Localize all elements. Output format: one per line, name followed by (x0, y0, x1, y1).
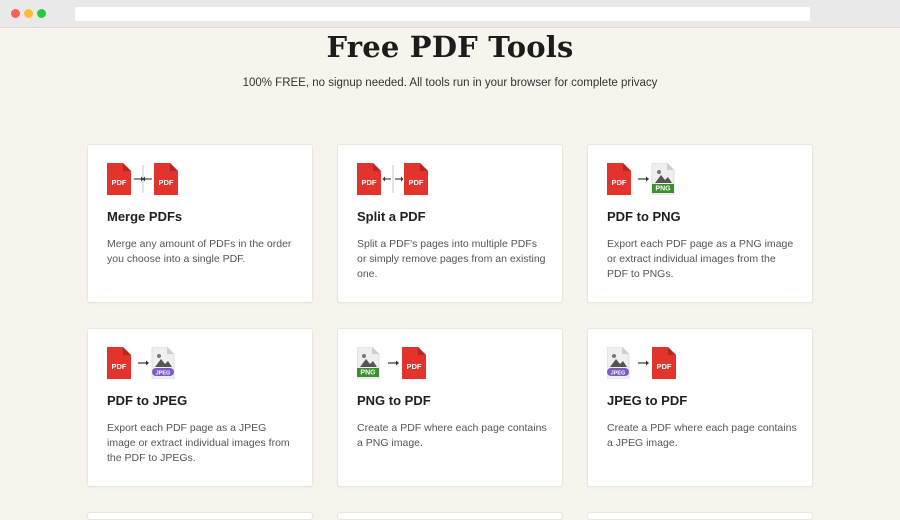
close-window-button[interactable] (11, 9, 20, 18)
svg-text:PDF: PDF (112, 178, 127, 187)
tool-card-partial[interactable] (337, 512, 563, 520)
tool-card-jpeg-to-pdf[interactable]: JPEG PDF JPEG to PDF Create a PDF where … (587, 328, 813, 487)
conversion-icon: JPEG PDF (607, 347, 727, 379)
svg-text:PDF: PDF (407, 362, 422, 371)
minimize-window-button[interactable] (24, 9, 33, 18)
tool-card-title: PDF to JPEG (107, 393, 188, 408)
tool-card-description: Create a PDF where each page contains a … (357, 422, 547, 449)
conversion-icon: PDF JPEG (107, 347, 227, 379)
svg-text:PDF: PDF (112, 362, 127, 371)
conversion-icon: PDF PNG (607, 163, 727, 195)
tool-card-description: Export each PDF page as a PNG image or e… (607, 238, 794, 280)
tool-card-png-to-pdf[interactable]: PNG PDF PNG to PDF Create a PDF where ea… (337, 328, 563, 487)
tool-card-split-a-pdf[interactable]: PDF PDF Split a PDF Split a PDF's pages … (337, 144, 563, 303)
conversion-icon: PDF PDF (107, 163, 227, 195)
conversion-icon: PNG PDF (357, 347, 477, 379)
svg-text:PDF: PDF (409, 178, 424, 187)
tool-card-pdf-to-jpeg[interactable]: PDF JPEG PDF to JPEG Export each PDF pag… (87, 328, 313, 487)
svg-text:PDF: PDF (159, 178, 174, 187)
tool-card-description: Merge any amount of PDFs in the order yo… (107, 238, 292, 265)
tool-card-description: Split a PDF's pages into multiple PDFs o… (357, 238, 546, 280)
svg-text:PDF: PDF (657, 362, 672, 371)
tool-card-title: JPEG to PDF (607, 393, 688, 408)
svg-text:PDF: PDF (362, 178, 377, 187)
tool-card-title: Merge PDFs (107, 209, 183, 224)
maximize-window-button[interactable] (37, 9, 46, 18)
page-title: Free PDF Tools (326, 30, 574, 64)
tool-card-description: Export each PDF page as a JPEG image or … (107, 422, 290, 464)
svg-text:JPEG: JPEG (156, 371, 171, 377)
tool-card-pdf-to-png[interactable]: PDF PNG PDF to PNG Export each PDF page … (587, 144, 813, 303)
address-bar[interactable] (75, 7, 810, 21)
tool-card-title: PNG to PDF (357, 393, 431, 408)
svg-text:JPEG: JPEG (611, 371, 626, 377)
browser-chrome (0, 0, 900, 28)
tool-card-partial[interactable] (87, 512, 313, 520)
conversion-icon: PDF PDF (357, 163, 477, 195)
tool-card-description: Create a PDF where each page contains a … (607, 422, 797, 449)
tool-card-title: PDF to PNG (607, 209, 681, 224)
tool-card-merge-pdfs[interactable]: PDF PDF Merge PDFs Merge any amount of P… (87, 144, 313, 303)
svg-text:PDF: PDF (612, 178, 627, 187)
svg-text:PNG: PNG (655, 186, 671, 193)
tool-card-title: Split a PDF (357, 209, 426, 224)
svg-text:PNG: PNG (360, 370, 376, 377)
tool-card-partial[interactable] (587, 512, 813, 520)
page-subtitle: 100% FREE, no signup needed. All tools r… (242, 77, 658, 89)
